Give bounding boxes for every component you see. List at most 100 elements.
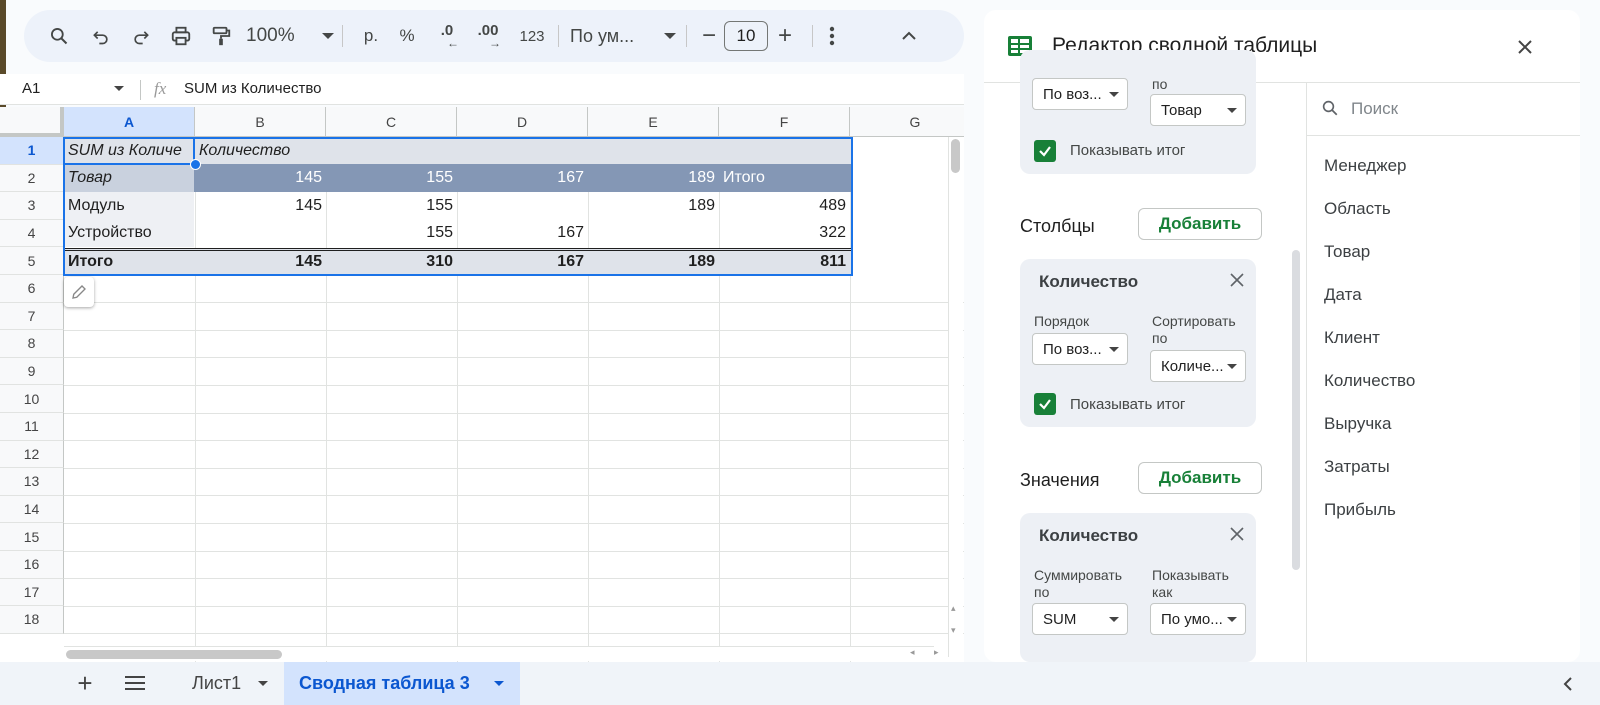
select-all-corner[interactable] (0, 107, 64, 137)
more-options-button[interactable] (818, 10, 846, 62)
sheet-tab-pivot[interactable]: Сводная таблица 3 (284, 662, 520, 705)
currency-format-button[interactable]: р. (354, 10, 388, 62)
row-header-16[interactable]: 16 (0, 551, 64, 579)
row-header-15[interactable]: 15 (0, 523, 64, 551)
rows-sortby-value: Товар (1161, 101, 1202, 119)
row-header-8[interactable]: 8 (0, 330, 64, 358)
search-menus-button[interactable] (42, 10, 76, 62)
column-header-g[interactable]: G (850, 107, 964, 137)
column-header-a[interactable]: A (64, 107, 195, 137)
columns-show-total-checkbox[interactable] (1034, 393, 1056, 415)
row-header-1[interactable]: 1 (0, 137, 64, 165)
row-header-11[interactable]: 11 (0, 413, 64, 441)
field-item-date[interactable]: Дата (1324, 285, 1362, 305)
field-item-client[interactable]: Клиент (1324, 328, 1380, 348)
column-header-c[interactable]: C (326, 107, 457, 137)
field-item-costs[interactable]: Затраты (1324, 457, 1390, 477)
row-header-7[interactable]: 7 (0, 302, 64, 331)
number-format-label: 123 (519, 27, 545, 45)
field-item-profit[interactable]: Прибыль (1324, 500, 1396, 520)
increase-font-size-button[interactable]: + (770, 10, 800, 62)
config-scrollbar-thumb[interactable] (1292, 250, 1300, 570)
row-header-5[interactable]: 5 (0, 247, 64, 275)
values-show-as-select[interactable]: По умо... (1150, 603, 1246, 635)
add-sheet-button[interactable]: + (70, 668, 100, 698)
paint-format-button[interactable] (204, 10, 238, 62)
row-header-12[interactable]: 12 (0, 440, 64, 469)
chevron-down-icon (1109, 347, 1119, 352)
redo-button[interactable] (124, 10, 158, 62)
scroll-down-icon[interactable]: ▾ (951, 625, 956, 636)
row-header-3[interactable]: 3 (0, 192, 64, 220)
remove-values-field-button[interactable] (1229, 526, 1247, 544)
columns-sort-select[interactable]: Количе... (1150, 350, 1246, 382)
decrease-decimal-button[interactable]: .0 ← (428, 10, 466, 62)
all-sheets-button[interactable] (120, 668, 150, 698)
scroll-right-icon[interactable]: ▸ (934, 647, 939, 658)
percent-format-button[interactable]: % (390, 10, 424, 62)
columns-add-button[interactable]: Добавить (1138, 208, 1262, 240)
field-item-revenue[interactable]: Выручка (1324, 414, 1391, 434)
rows-show-total-checkbox[interactable] (1034, 140, 1056, 162)
values-add-button[interactable]: Добавить (1138, 462, 1262, 494)
chevron-down-icon (1109, 92, 1119, 97)
row-header-6[interactable]: 6 (0, 275, 64, 303)
scroll-up-icon[interactable]: ▴ (951, 603, 956, 614)
remove-columns-field-button[interactable] (1229, 272, 1247, 290)
rows-sortby-select[interactable]: Товар (1150, 94, 1246, 126)
decrease-font-size-button[interactable]: − (694, 10, 724, 62)
columns-order-select[interactable]: По воз... (1032, 333, 1128, 365)
values-card-title: Количество (1039, 526, 1139, 545)
scroll-left-icon[interactable]: ◂ (910, 647, 915, 658)
field-item-quantity[interactable]: Количество (1324, 371, 1415, 391)
vertical-scrollbar[interactable] (948, 137, 963, 657)
increase-decimal-button[interactable]: .00 → (468, 10, 508, 62)
column-header-e[interactable]: E (588, 107, 719, 137)
columns-section-label: Столбцы (1020, 216, 1095, 236)
edit-pivot-button[interactable] (64, 277, 94, 307)
formula-input[interactable]: SUM из Количество (184, 80, 321, 97)
values-summarize-select[interactable]: SUM (1032, 603, 1128, 635)
close-panel-button[interactable] (1512, 34, 1538, 60)
row-header-10[interactable]: 10 (0, 385, 64, 413)
row-header-13[interactable]: 13 (0, 468, 64, 496)
collapse-toolbar-button[interactable] (892, 10, 926, 62)
undo-button[interactable] (84, 10, 118, 62)
field-search-placeholder: Поиск (1351, 99, 1399, 118)
row-header-4[interactable]: 4 (0, 219, 64, 248)
rows-order-select[interactable]: По воз... (1032, 78, 1128, 110)
field-item-region[interactable]: Область (1324, 199, 1391, 219)
redo-icon (134, 31, 149, 45)
columns-order-label: Порядок (1034, 313, 1090, 329)
column-header-d[interactable]: D (457, 107, 588, 137)
field-search[interactable]: Поиск (1307, 83, 1580, 136)
fill-handle[interactable] (190, 159, 201, 170)
number-format-button[interactable]: 123 (512, 10, 552, 62)
column-header-b[interactable]: B (195, 107, 326, 137)
spreadsheet-grid[interactable]: A B C D E F G 1 2 3 4 5 6 7 8 9 10 11 12… (0, 107, 964, 662)
toolbar-divider (686, 25, 687, 47)
chevron-down-icon (1109, 617, 1119, 622)
values-section-label: Значения (1020, 470, 1100, 490)
arrow-left-icon: ← (447, 36, 459, 50)
scrollbar-thumb[interactable] (66, 650, 282, 659)
row-header-9[interactable]: 9 (0, 357, 64, 386)
print-button[interactable] (164, 10, 198, 62)
undo-icon (93, 31, 108, 45)
name-box[interactable]: A1 (0, 74, 134, 104)
sheet-tab-list1[interactable]: Лист1 (176, 662, 276, 705)
scrollbar-thumb[interactable] (951, 139, 960, 173)
row-header-14[interactable]: 14 (0, 495, 64, 524)
font-select[interactable]: По ум... (570, 10, 676, 62)
horizontal-scrollbar[interactable] (64, 646, 934, 661)
row-header-18[interactable]: 18 (0, 606, 64, 634)
field-item-product[interactable]: Товар (1324, 242, 1370, 262)
row-header-17[interactable]: 17 (0, 578, 64, 607)
row-header-2[interactable]: 2 (0, 164, 64, 193)
collapse-side-panel-button[interactable] (1556, 672, 1580, 696)
zoom-select[interactable]: 100% (246, 10, 334, 62)
close-icon (1230, 273, 1244, 287)
column-header-f[interactable]: F (719, 107, 850, 137)
field-item-manager[interactable]: Менеджер (1324, 156, 1406, 176)
font-size-input[interactable]: 10 (724, 21, 768, 51)
